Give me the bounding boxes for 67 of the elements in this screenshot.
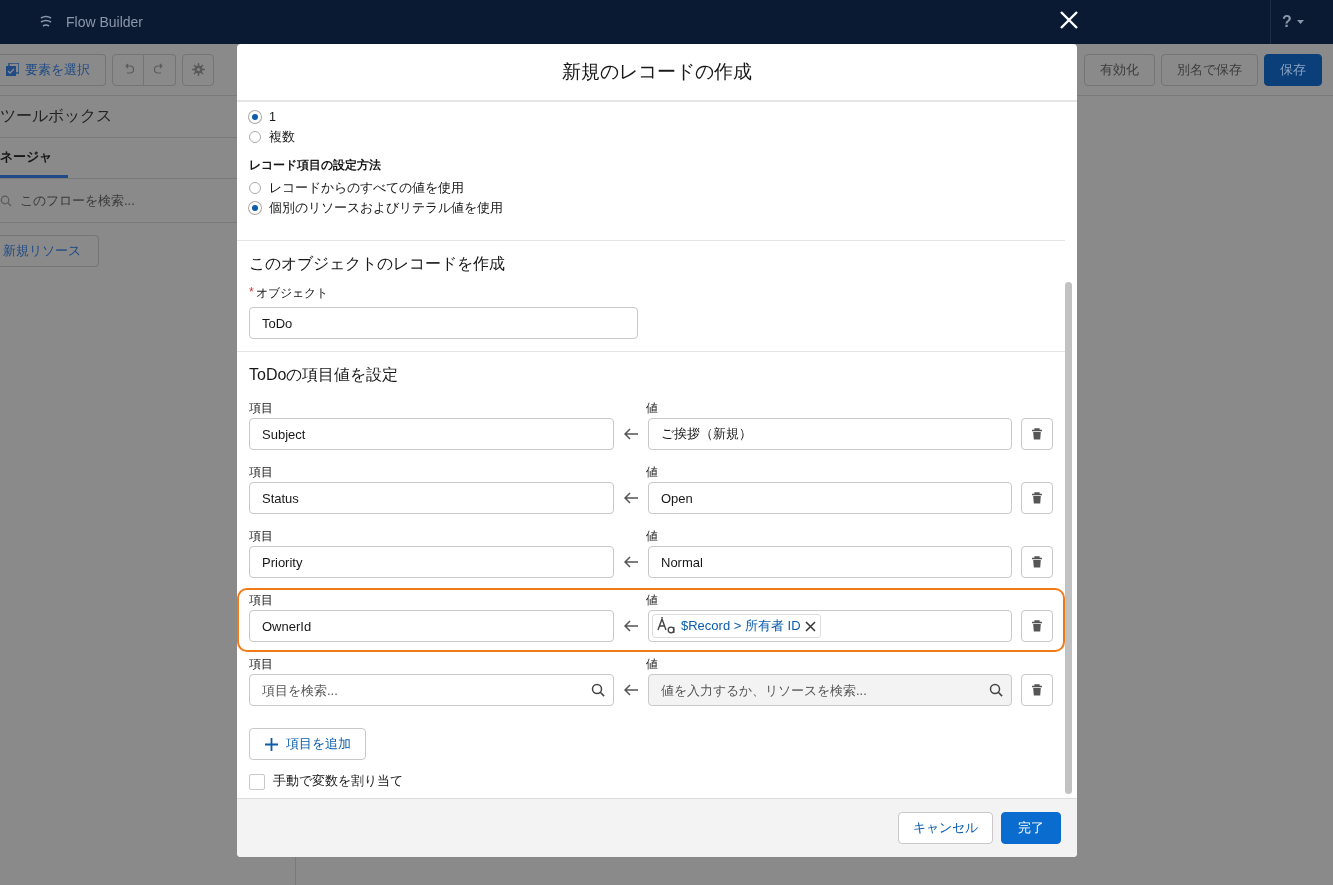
- value-input[interactable]: ご挨拶（新規）: [648, 418, 1012, 450]
- search-icon: [591, 683, 605, 697]
- field-input[interactable]: Subject: [249, 418, 614, 450]
- trash-icon: [1031, 428, 1043, 440]
- value-input[interactable]: Open: [648, 482, 1012, 514]
- value-label: 値: [646, 399, 658, 417]
- field-input[interactable]: OwnerId: [249, 610, 614, 642]
- footer-button[interactable]: キャンセル: [898, 812, 993, 844]
- delete-button[interactable]: [1021, 418, 1053, 450]
- left-arrow-icon: [624, 556, 638, 568]
- value-input[interactable]: $Record > 所有者 ID: [648, 610, 1012, 642]
- search-icon: [0, 194, 12, 207]
- radio-label: レコードからのすべての値を使用: [269, 179, 464, 197]
- pill-label: $Record > 所有者 ID: [681, 617, 801, 635]
- object-field[interactable]: ToDo: [249, 307, 638, 339]
- trash-icon: [1031, 620, 1043, 632]
- app-title: Flow Builder: [66, 14, 144, 30]
- help-button[interactable]: ?: [1282, 13, 1292, 31]
- group-label: レコード項目の設定方法: [249, 157, 382, 174]
- trash-icon: [1031, 684, 1043, 696]
- field-label: オブジェクト: [255, 285, 328, 302]
- plus-icon: [265, 737, 278, 751]
- text-type-icon: [657, 617, 677, 635]
- trash-icon: [1031, 556, 1043, 568]
- add-field-button[interactable]: 項目を追加: [249, 728, 366, 760]
- section-heading: ToDoの項目値を設定: [249, 365, 400, 385]
- field-input[interactable]: Priority: [249, 546, 614, 578]
- toolbar-button[interactable]: 保存: [1264, 53, 1322, 86]
- field-label: 項目: [249, 463, 274, 481]
- field-search-field[interactable]: 項目を検索...: [249, 674, 614, 706]
- caret-icon[interactable]: [1296, 19, 1304, 25]
- value-label: 値: [646, 591, 658, 609]
- flow-logo-icon: [38, 14, 54, 30]
- footer-button[interactable]: 完了: [1001, 812, 1061, 844]
- left-arrow-icon: [624, 428, 638, 440]
- radio-label: 個別のリソースおよびリテラル値を使用: [269, 199, 503, 217]
- section-heading: このオブジェクトのレコードを作成: [249, 254, 506, 274]
- checkbox-icon: [6, 63, 19, 76]
- modal-title: 新規のレコードの作成: [562, 60, 752, 84]
- required-mark: *: [249, 285, 254, 301]
- left-arrow-icon: [624, 620, 638, 632]
- checkbox-label: 手動で変数を割り当て: [273, 773, 403, 790]
- value-label: 値: [646, 527, 658, 545]
- sidebar-tab[interactable]: ネージャ: [0, 148, 68, 178]
- remove-icon[interactable]: [804, 620, 816, 632]
- value-search-field[interactable]: 値を入力するか、リソースを検索...: [648, 674, 1012, 706]
- field-label: 項目: [249, 591, 274, 609]
- left-arrow-icon: [624, 684, 638, 696]
- left-arrow-icon: [624, 492, 638, 504]
- trash-icon: [1031, 492, 1043, 504]
- radio-label: 1: [269, 110, 276, 124]
- field-label: 項目: [249, 655, 274, 673]
- search-icon: [989, 683, 1003, 697]
- checkbox[interactable]: [249, 773, 265, 790]
- resource-pill[interactable]: $Record > 所有者 ID: [652, 614, 821, 638]
- close-icon[interactable]: [1060, 11, 1078, 29]
- delete-button[interactable]: [1021, 482, 1053, 514]
- value-input[interactable]: Normal: [648, 546, 1012, 578]
- delete-button[interactable]: [1021, 674, 1053, 706]
- gear-icon: [191, 63, 205, 76]
- delete-button[interactable]: [1021, 610, 1053, 642]
- field-label: 項目: [249, 399, 274, 417]
- value-label: 値: [646, 463, 658, 481]
- delete-button[interactable]: [1021, 546, 1053, 578]
- field-input[interactable]: Status: [249, 482, 614, 514]
- field-label: 項目: [249, 527, 274, 545]
- value-label: 値: [646, 655, 658, 673]
